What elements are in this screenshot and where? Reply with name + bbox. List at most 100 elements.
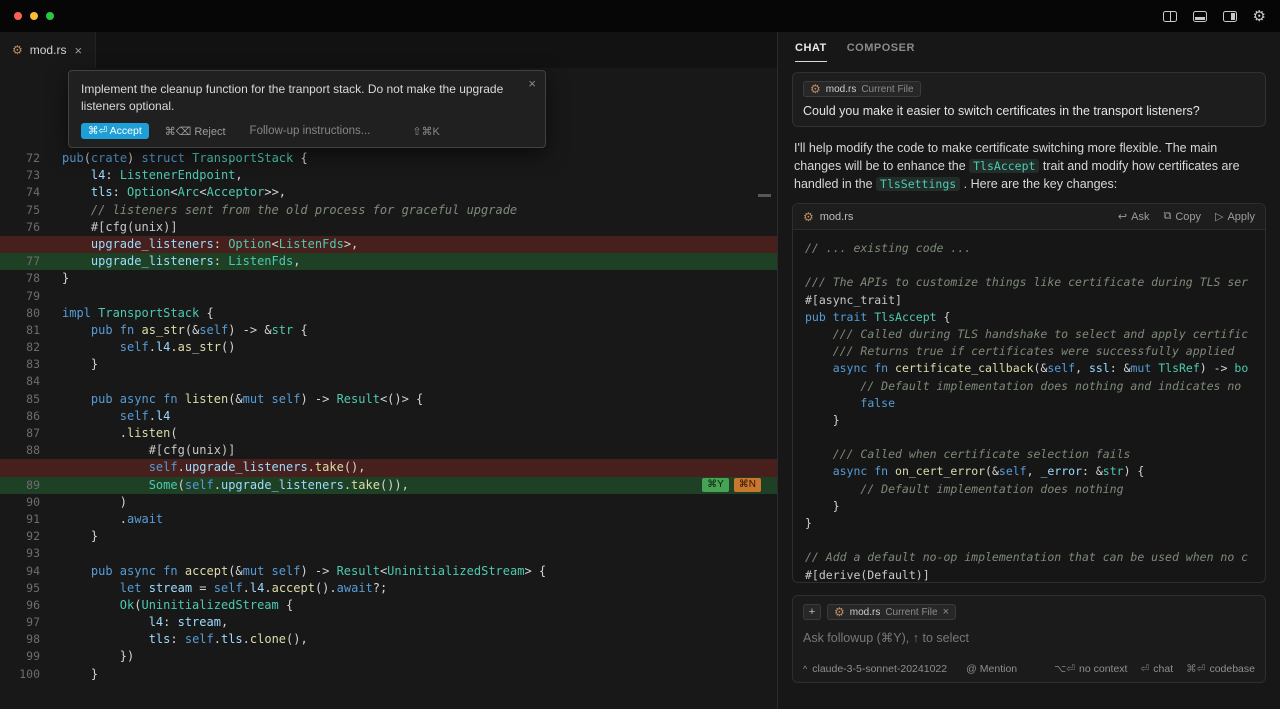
chat-code-lines: // ... existing code ... /// The APIs to …	[793, 230, 1265, 582]
tab-composer[interactable]: COMPOSER	[847, 42, 915, 62]
followup-shortcut: ⇧⌘K	[412, 125, 440, 138]
diff-popup-message: Implement the cleanup function for the t…	[81, 81, 515, 114]
file-context-chip[interactable]: ⚙ mod.rs Current File	[803, 81, 921, 97]
composer-hint-no-context[interactable]: ⌥⏎no context	[1054, 663, 1127, 675]
rust-file-icon: ⚙	[834, 606, 845, 618]
rust-file-icon: ⚙	[810, 83, 821, 95]
tab-chat[interactable]: CHAT	[795, 42, 827, 62]
copy-button[interactable]: ⧉ Copy	[1163, 210, 1201, 223]
line-number	[0, 459, 40, 476]
close-window-button[interactable]	[14, 12, 22, 20]
code-line: 86 self.l4	[0, 408, 777, 425]
composer-chips: + ⚙ mod.rs Current File ×	[803, 604, 1255, 620]
copy-icon: ⧉	[1163, 210, 1171, 223]
code-line: 83 }	[0, 356, 777, 373]
followup-instructions-input[interactable]: Follow-up instructions...	[250, 125, 371, 137]
code-line: 92 }	[0, 528, 777, 545]
chat-code-line: }	[805, 498, 1253, 515]
composer-hint-chat[interactable]: ⏎chat	[1140, 663, 1173, 675]
chat-composer[interactable]: + ⚙ mod.rs Current File × Ask followup (…	[792, 595, 1266, 683]
code-text: Some(self.upgrade_listeners.take()),	[62, 477, 409, 494]
line-number: 84	[0, 373, 40, 390]
code-line: 80impl TransportStack {	[0, 305, 777, 322]
code-text: )	[62, 494, 127, 511]
chat-code-line	[805, 257, 1253, 274]
popup-close-icon[interactable]: ×	[528, 76, 536, 91]
code-text: pub fn as_str(&self) -> &str {	[62, 322, 308, 339]
hint-label: codebase	[1209, 663, 1255, 675]
chip-close-icon[interactable]: ×	[943, 606, 949, 618]
code-line: self.upgrade_listeners.take(),	[0, 459, 777, 476]
settings-gear-icon[interactable]: ⚙	[1253, 9, 1266, 24]
editor-scrollbar-thumb[interactable]	[758, 194, 771, 197]
composer-hint-codebase[interactable]: ⌘⏎codebase	[1186, 663, 1255, 675]
user-message-chips: ⚙ mod.rs Current File	[803, 81, 1255, 97]
add-context-button[interactable]: +	[803, 604, 821, 620]
diff-shortcut-badges: ⌘Y ⌘N	[702, 478, 761, 492]
inline-code: TlsSettings	[876, 177, 960, 191]
code-line: 81 pub fn as_str(&self) -> &str {	[0, 322, 777, 339]
code-text: pub async fn accept(&mut self) -> Result…	[62, 563, 546, 580]
hint-label: chat	[1153, 663, 1173, 675]
chat-input[interactable]: Ask followup (⌘Y), ↑ to select	[803, 630, 1255, 645]
hint-label: no context	[1079, 663, 1127, 675]
chat-code-line	[805, 429, 1253, 446]
chat-code-line: }	[805, 412, 1253, 429]
chat-code-line: /// The APIs to customize things like ce…	[805, 274, 1253, 291]
ask-button[interactable]: ↩ Ask	[1118, 210, 1150, 223]
code-text: }	[805, 498, 840, 515]
chat-code-line: /// Returns true if certificates were su…	[805, 343, 1253, 360]
editor-pane: ⚙ mod.rs × × Implement the cleanup funct…	[0, 32, 778, 709]
mention-button[interactable]: @ Mention	[966, 663, 1017, 675]
chat-code-line: // Default implementation does nothing a…	[805, 378, 1253, 395]
composer-hints: ⌥⏎no context ⏎chat ⌘⏎codebase	[1054, 663, 1255, 675]
line-number: 96	[0, 597, 40, 614]
line-number: 81	[0, 322, 40, 339]
code-text: tls: Option<Arc<Acceptor>>,	[62, 184, 286, 201]
code-text: }	[805, 412, 840, 429]
code-text: impl TransportStack {	[62, 305, 214, 322]
model-selector[interactable]: claude-3-5-sonnet-20241022	[812, 663, 947, 675]
right-panel-icon[interactable]	[1223, 11, 1237, 22]
chat-code-actions: ↩ Ask ⧉ Copy ▷ Apply	[1118, 210, 1255, 223]
code-editor[interactable]: 72pub(crate) struct TransportStack {73 l…	[0, 68, 777, 709]
code-lines: 72pub(crate) struct TransportStack {73 l…	[0, 150, 777, 683]
line-number: 90	[0, 494, 40, 511]
diff-popup-actions: ⌘⏎ Accept ⌘⌫ Reject Follow-up instructio…	[81, 123, 533, 139]
code-text: let stream = self.l4.accept().await?;	[62, 580, 387, 597]
chat-code-line: // Add a default no-op implementation th…	[805, 549, 1253, 566]
accept-button[interactable]: ⌘⏎ Accept	[81, 123, 149, 139]
code-text: /// Called when certificate selection fa…	[805, 446, 1130, 463]
composer-file-chip[interactable]: ⚙ mod.rs Current File ×	[827, 604, 956, 620]
zoom-window-button[interactable]	[46, 12, 54, 20]
model-selector-caret-icon: ^	[803, 664, 807, 674]
line-number: 94	[0, 563, 40, 580]
code-line: upgrade_listeners: Option<ListenFds>,	[0, 236, 777, 253]
code-text: // Add a default no-op implementation th…	[805, 549, 1248, 566]
tab-mod-rs[interactable]: ⚙ mod.rs ×	[0, 32, 96, 68]
code-text: upgrade_listeners: ListenFds,	[62, 253, 300, 270]
diff-shortcut-badge[interactable]: ⌘Y	[702, 478, 729, 492]
code-line: 74 tls: Option<Arc<Acceptor>>,	[0, 184, 777, 201]
code-text: pub trait TlsAccept {	[805, 309, 950, 326]
bottom-panel-icon[interactable]	[1193, 11, 1207, 22]
reject-button[interactable]: ⌘⌫ Reject	[165, 125, 226, 138]
chat-code-line	[805, 532, 1253, 549]
tab-close-icon[interactable]: ×	[73, 43, 83, 58]
minimize-window-button[interactable]	[30, 12, 38, 20]
rust-file-icon: ⚙	[803, 211, 814, 223]
code-line: 88 #[cfg(unix)]	[0, 442, 777, 459]
diff-shortcut-badge[interactable]: ⌘N	[734, 478, 761, 492]
code-text: #[cfg(unix)]	[62, 442, 235, 459]
at-icon: @	[966, 663, 977, 675]
split-panel-icon[interactable]	[1163, 11, 1177, 22]
editor-tabstrip: ⚙ mod.rs ×	[0, 32, 777, 68]
apply-button[interactable]: ▷ Apply	[1215, 210, 1255, 223]
code-line: 95 let stream = self.l4.accept().await?;	[0, 580, 777, 597]
code-text: })	[62, 648, 134, 665]
code-text: l4: stream,	[62, 614, 228, 631]
line-number: 77	[0, 253, 40, 270]
code-text: // listeners sent from the old process f…	[62, 202, 517, 219]
code-text: // ... existing code ...	[805, 240, 971, 257]
code-line: 89 Some(self.upgrade_listeners.take()),⌘…	[0, 477, 777, 494]
